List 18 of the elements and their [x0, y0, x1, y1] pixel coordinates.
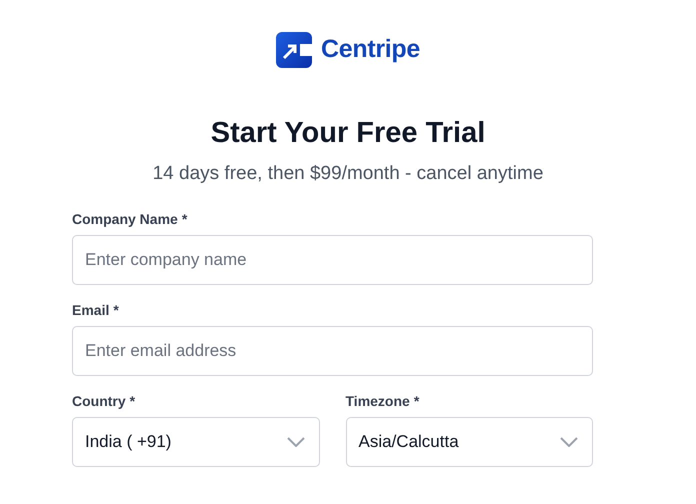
field-label: Company Name [72, 210, 178, 229]
logo-icon [276, 32, 312, 68]
chevron-down-icon [560, 437, 578, 447]
field-label: Timezone [346, 392, 410, 410]
required-mark: * [414, 392, 420, 410]
required-mark: * [130, 392, 136, 410]
page-title: Start Your Free Trial [210, 116, 486, 151]
input-field[interactable]: Enter company name [72, 235, 593, 285]
required-mark: * [113, 300, 119, 320]
dropdown[interactable]: Asia/Calcutta [346, 417, 593, 467]
dropdown[interactable]: India ( +91) [72, 417, 320, 467]
field-label: Email [72, 300, 110, 320]
input-field[interactable]: Enter email address [72, 326, 593, 376]
field-label: Country [72, 392, 126, 411]
required-mark: * [182, 210, 188, 228]
chevron-down-icon [286, 437, 304, 447]
brand-name: Centripe [320, 34, 420, 66]
subtitle: 14 days free, then $99/month - cancel anytime [152, 162, 544, 186]
